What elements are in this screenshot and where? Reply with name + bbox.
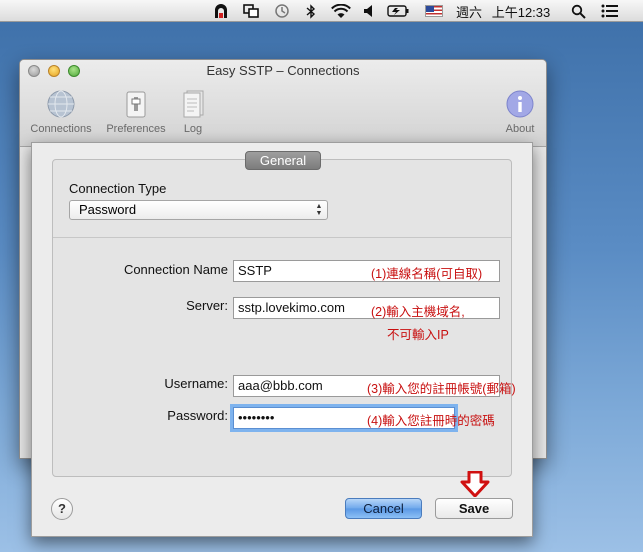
connection-type-label: Connection Type [69, 181, 167, 196]
notification-center-icon[interactable] [599, 0, 621, 22]
annotation-server-2: 不可輸入IP [387, 328, 449, 342]
toolbar-connections-label: Connections [30, 123, 92, 135]
connection-name-value: SSTP [238, 263, 272, 278]
help-button[interactable]: ? [51, 498, 73, 520]
menubar-clock[interactable]: 上午12:33 [486, 0, 556, 22]
section-divider [53, 237, 511, 238]
menu-bar: 週六 上午12:33 [0, 0, 643, 22]
battery-icon[interactable] [387, 0, 409, 22]
vpn-status-icon[interactable] [210, 0, 232, 22]
toolbar-about-label: About [505, 123, 535, 135]
select-arrows-icon: ▲ ▼ [315, 203, 323, 217]
password-label: Password: [167, 408, 228, 423]
toolbar-connections[interactable]: Connections [26, 87, 96, 137]
input-source-flag-icon[interactable] [423, 0, 445, 22]
cancel-button[interactable]: Cancel [345, 498, 422, 519]
annotation-connection-name: (1)連線名稱(可自取) [371, 267, 483, 281]
toolbar-log[interactable]: Log [158, 87, 228, 137]
annotation-password: (4)輸入您註冊時的密碼 [367, 414, 495, 428]
info-icon [503, 87, 537, 121]
window-titlebar: Easy SSTP – Connections Connections Pref… [20, 60, 546, 147]
bluetooth-icon[interactable] [300, 0, 322, 22]
username-label: Username: [164, 376, 228, 391]
password-value: •••••••• [238, 410, 275, 425]
username-value: aaa@bbb.com [238, 378, 323, 393]
wifi-icon[interactable] [330, 0, 352, 22]
screen-mirror-icon[interactable] [240, 0, 262, 22]
toolbar-about[interactable]: About [485, 87, 546, 137]
globe-icon [44, 87, 78, 121]
menubar-day[interactable]: 週六 [452, 0, 486, 22]
server-value: sstp.lovekimo.com [238, 300, 345, 315]
connection-type-value: Password [79, 202, 137, 217]
window-title: Easy SSTP – Connections [206, 63, 360, 78]
tab-general[interactable]: General [245, 151, 321, 170]
save-button[interactable]: Save [435, 498, 513, 519]
connection-type-select[interactable]: Password ▲ ▼ [69, 200, 328, 220]
connection-name-label: Connection Name [123, 262, 228, 277]
us-flag-icon [425, 5, 443, 17]
spotlight-search-icon[interactable] [567, 0, 589, 22]
red-arrow-down-icon [460, 471, 490, 497]
annotation-server-1: (2)輸入主機域名, [371, 305, 465, 319]
document-icon [176, 87, 210, 121]
time-machine-icon[interactable] [271, 0, 293, 22]
server-label: Server: [186, 298, 228, 313]
connection-settings-sheet: General Connection Type Password ▲ ▼ Conn… [31, 142, 533, 537]
volume-icon[interactable] [358, 0, 380, 22]
switch-icon [119, 87, 153, 121]
toolbar-log-label: Log [183, 123, 203, 135]
annotation-username: (3)輸入您的註冊帳號(郵箱) [367, 382, 516, 396]
